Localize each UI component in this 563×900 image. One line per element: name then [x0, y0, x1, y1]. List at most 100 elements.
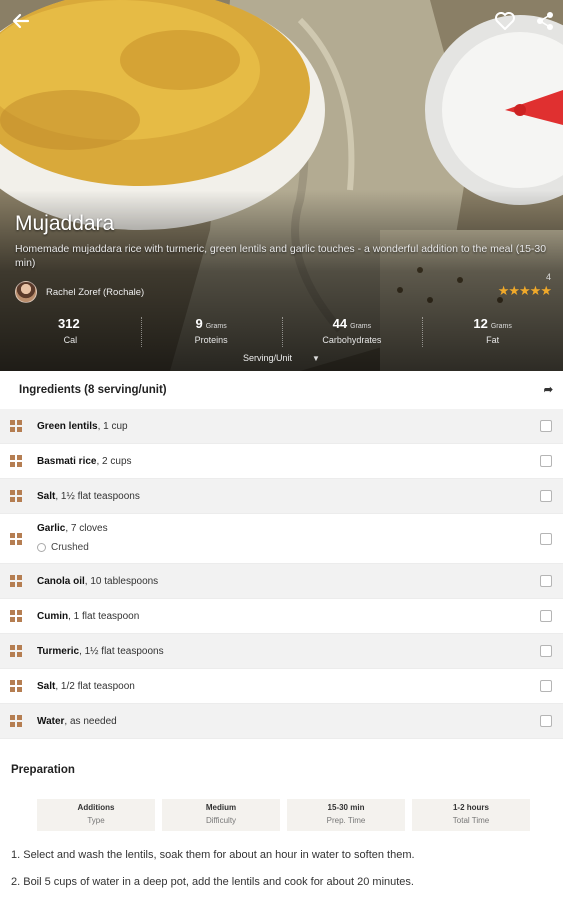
step-item: 2. Boil 5 cups of water in a deep pot, a…	[11, 876, 414, 888]
ingredient-checkbox[interactable]	[540, 680, 552, 692]
nutrition-value: 9	[195, 316, 203, 331]
nutrition-label: Cal	[63, 335, 78, 345]
ingredient-name: Salt	[37, 490, 56, 502]
preparation-title: Preparation	[11, 764, 75, 776]
collapse-arrow-icon[interactable]: ➦	[544, 383, 553, 396]
ingredient-row[interactable]: Salt, 1½ flat teaspoons	[0, 479, 563, 514]
ingredients-list: Green lentils, 1 cup Basmati rice, 2 cup…	[0, 409, 563, 739]
nutrition-label: Carbohydrates	[322, 335, 382, 345]
back-button[interactable]	[6, 6, 36, 36]
info-label: Type	[87, 816, 105, 825]
info-label: Total Time	[452, 816, 490, 825]
ingredient-checkbox[interactable]	[540, 610, 552, 622]
ingredients-header[interactable]: Ingredients (8 serving/unit) ➦	[0, 371, 563, 409]
ingredients-title: Ingredients (8 serving/unit)	[19, 384, 167, 396]
serving-unit-toggle[interactable]: Serving/Unit ▼	[0, 353, 563, 363]
recipe-hero-image: Mujaddara Homemade mujaddara rice with t…	[0, 0, 563, 371]
info-value: Additions	[77, 803, 115, 812]
ingredient-amount: , 10 tablespoons	[84, 575, 159, 587]
recipe-rating[interactable]: 4 ★★★★★	[497, 272, 552, 300]
grid-icon	[10, 645, 22, 657]
ingredient-text: Cumin, 1 flat teaspoon	[37, 611, 139, 622]
ingredient-row[interactable]: Water, as needed	[0, 704, 563, 739]
ingredient-text: Green lentils, 1 cup	[37, 421, 128, 432]
nutrition-proteins: 9 Grams Proteins	[140, 315, 282, 349]
ingredient-row[interactable]: Cumin, 1 flat teaspoon	[0, 599, 563, 634]
ingredient-text: Basmati rice, 2 cups	[37, 456, 132, 467]
recipe-info-row: Additions Type Medium Difficulty 15-30 m…	[37, 799, 537, 831]
rating-count: 4	[545, 272, 551, 282]
ingredient-amount: , 1 cup	[97, 420, 128, 432]
ingredient-text: Water, as needed	[37, 716, 117, 727]
ingredient-name: Green lentils	[37, 420, 98, 432]
nutrition-calories: 312 Cal	[0, 315, 141, 349]
ingredient-amount: , 2 cups	[96, 455, 132, 467]
ingredient-checkbox[interactable]	[540, 715, 552, 727]
nutrition-value: 12	[473, 316, 488, 331]
nutrition-label: Proteins	[194, 335, 228, 345]
ingredient-name: Salt	[37, 680, 56, 692]
nutrition-bar: 312 Cal 9 Grams Proteins 44 Grams Carbohyd…	[0, 315, 563, 349]
step-item: 1. Select and wash the lentils, soak the…	[11, 849, 415, 861]
ingredient-amount: , 1/2 flat teaspoon	[55, 680, 135, 692]
ingredient-text: Garlic, 7 cloves	[37, 523, 108, 534]
ingredient-text: Turmeric, 1½ flat teaspoons	[37, 646, 164, 657]
ingredient-text: Salt, 1½ flat teaspoons	[37, 491, 140, 502]
recipe-description: Homemade mujaddara rice with turmeric, g…	[15, 243, 547, 269]
star-rating-icon: ★★★★★	[497, 283, 552, 298]
ingredient-row[interactable]: Green lentils, 1 cup	[0, 409, 563, 444]
info-value: 1-2 hours	[452, 803, 489, 812]
ingredient-name: Basmati rice	[37, 455, 97, 467]
info-label: Difficulty	[205, 816, 237, 825]
ingredient-note-text: Crushed	[51, 542, 89, 553]
ingredient-name: Cumin	[37, 610, 69, 622]
info-type: Additions Type	[37, 799, 155, 831]
grid-icon	[10, 610, 22, 622]
ingredient-row[interactable]: Basmati rice, 2 cups	[0, 444, 563, 479]
ingredient-checkbox[interactable]	[540, 645, 552, 657]
recipe-title: Mujaddara	[15, 212, 115, 235]
ingredient-amount: , 7 cloves	[65, 523, 108, 534]
share-button[interactable]	[530, 6, 560, 36]
ingredient-amount: , as needed	[64, 715, 117, 727]
nutrition-unit: Grams	[350, 323, 372, 330]
nutrition-unit: Grams	[490, 323, 512, 330]
ingredient-text: Canola oil, 10 tablespoons	[37, 576, 158, 587]
nutrition-value: 312	[58, 316, 80, 331]
arrow-left-icon	[12, 13, 30, 29]
nutrition-carbohydrates: 44 Grams Carbohydrates	[281, 315, 423, 349]
grid-icon	[10, 455, 22, 467]
nutrition-unit: Grams	[205, 323, 227, 330]
ingredient-checkbox[interactable]	[540, 532, 552, 545]
ingredient-row[interactable]: Turmeric, 1½ flat teaspoons	[0, 634, 563, 669]
ingredient-row[interactable]: Salt, 1/2 flat teaspoon	[0, 669, 563, 704]
grid-icon	[10, 680, 22, 692]
info-difficulty: Medium Difficulty	[162, 799, 280, 831]
ingredient-checkbox[interactable]	[540, 490, 552, 502]
ingredient-checkbox[interactable]	[540, 575, 552, 587]
circle-icon	[37, 543, 46, 552]
info-total-time: 1-2 hours Total Time	[412, 799, 530, 831]
info-value: Medium	[205, 803, 237, 812]
grid-icon	[10, 420, 22, 432]
author-link[interactable]: Rachel Zoref (Rochale)	[15, 281, 144, 303]
grid-icon	[10, 532, 22, 545]
ingredient-checkbox[interactable]	[540, 420, 552, 432]
info-value: 15-30 min	[327, 803, 365, 812]
ingredient-checkbox[interactable]	[540, 455, 552, 467]
ingredient-amount: , 1½ flat teaspoons	[79, 645, 164, 657]
serving-unit-label: Serving/Unit	[243, 353, 293, 363]
favorite-button[interactable]	[490, 6, 520, 36]
nutrition-value: 44	[332, 316, 348, 331]
ingredient-row[interactable]: Canola oil, 10 tablespoons	[0, 564, 563, 599]
ingredient-amount: , 1½ flat teaspoons	[55, 490, 140, 502]
share-icon	[537, 12, 553, 30]
ingredient-row[interactable]: Garlic, 7 cloves Crushed	[0, 514, 563, 564]
ingredient-amount: , 1 flat teaspoon	[68, 610, 140, 622]
nutrition-fat: 12 Grams Fat	[422, 315, 563, 349]
preparation-steps: 1. Select and wash the lentils, soak the…	[11, 848, 556, 900]
author-name: Rachel Zoref (Rochale)	[46, 286, 145, 298]
info-label: Prep. Time	[326, 816, 366, 825]
grid-icon	[10, 715, 22, 727]
chevron-down-icon: ▼	[312, 354, 320, 363]
